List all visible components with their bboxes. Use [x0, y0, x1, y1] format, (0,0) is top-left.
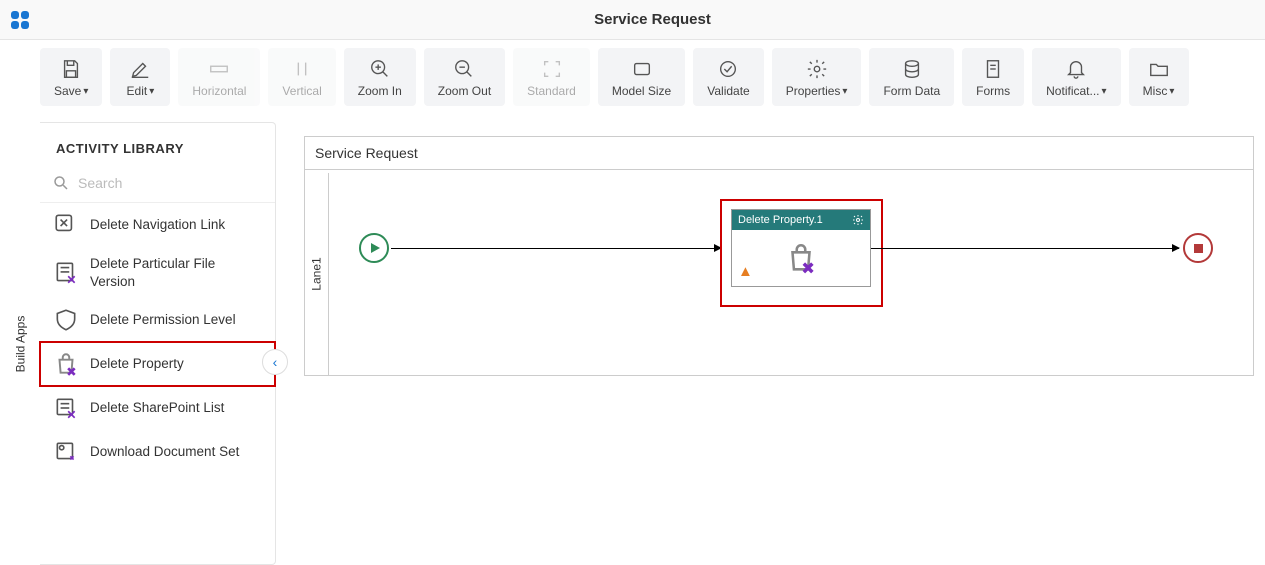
pencil-icon	[129, 56, 151, 82]
sidebar-item-label: Download Document Set	[90, 443, 239, 461]
lane-label: Lane1	[310, 257, 324, 290]
vertical-button: Vertical	[268, 48, 335, 106]
delete-nav-icon	[52, 211, 80, 239]
save-icon	[60, 56, 82, 82]
folder-icon	[1148, 56, 1170, 82]
save-button[interactable]: Save▾	[40, 48, 102, 106]
zoom-out-button[interactable]: Zoom Out	[424, 48, 505, 106]
chevron-down-icon: ▾	[1102, 86, 1107, 97]
sidebar-item-delete-property[interactable]: Delete Property	[40, 342, 275, 386]
database-icon	[901, 56, 923, 82]
activity-node-delete-property[interactable]: Delete Property.1 ▲	[731, 209, 871, 287]
zoom-out-icon	[453, 56, 475, 82]
left-rail: Build Apps	[0, 122, 40, 565]
gear-icon	[806, 56, 828, 82]
chevron-down-icon: ▾	[1169, 86, 1174, 97]
horizontal-button: Horizontal	[178, 48, 260, 106]
sidebar-item-delete-file-version[interactable]: Delete Particular File Version	[40, 247, 275, 298]
toolbar: Save▾ Edit▾ Horizontal Vertical Zoom In …	[0, 40, 1265, 114]
notifications-button[interactable]: Notificat...▾	[1032, 48, 1120, 106]
sidebar-item-delete-permission-level[interactable]: Delete Permission Level	[40, 298, 275, 342]
standard-button: Standard	[513, 48, 590, 106]
header-bar: Service Request	[0, 0, 1265, 40]
search-input[interactable]	[78, 175, 263, 191]
sidebar-item-label: Delete Navigation Link	[90, 216, 225, 234]
search-icon	[52, 174, 70, 192]
model-size-icon	[631, 56, 653, 82]
zoom-in-button[interactable]: Zoom In	[344, 48, 416, 106]
list-x-icon	[52, 394, 80, 422]
model-size-button[interactable]: Model Size	[598, 48, 685, 106]
edit-button[interactable]: Edit▾	[110, 48, 170, 106]
download-doc-icon	[52, 438, 80, 466]
bag-x-icon	[52, 350, 80, 378]
page-title: Service Request	[40, 11, 1265, 28]
process-title: Service Request	[305, 137, 1253, 170]
vertical-layout-icon	[291, 56, 313, 82]
chevron-down-icon: ▾	[83, 86, 88, 97]
validate-button[interactable]: Validate	[693, 48, 763, 106]
bell-icon	[1065, 56, 1087, 82]
sidebar-item-label: Delete SharePoint List	[90, 399, 224, 417]
delete-file-icon	[52, 259, 80, 287]
validate-icon	[717, 56, 739, 82]
lane-header: Lane1	[305, 173, 329, 375]
sidebar-item-download-document-set[interactable]: Download Document Set	[40, 430, 275, 474]
shield-icon	[52, 306, 80, 334]
flow-connector	[391, 248, 721, 249]
rail-label: Build Apps	[13, 315, 27, 372]
activity-title: Delete Property.1	[738, 214, 823, 226]
bag-x-icon	[784, 241, 818, 275]
flow-connector	[871, 248, 1179, 249]
misc-button[interactable]: Misc▾	[1129, 48, 1189, 106]
zoom-in-icon	[369, 56, 391, 82]
gear-icon[interactable]	[852, 214, 864, 226]
sidebar-title: ACTIVITY LIBRARY	[40, 123, 275, 168]
forms-icon	[982, 56, 1004, 82]
sidebar-item-delete-sharepoint-list[interactable]: Delete SharePoint List	[40, 386, 275, 430]
sidebar-item-label: Delete Property	[90, 355, 184, 373]
form-data-button[interactable]: Form Data	[869, 48, 954, 106]
warning-icon: ▲	[738, 263, 753, 280]
forms-button[interactable]: Forms	[962, 48, 1024, 106]
apps-launcher-icon[interactable]	[0, 11, 40, 29]
fit-standard-icon	[541, 56, 563, 82]
process-canvas[interactable]: Service Request Lane1 Delete Property.1 …	[276, 122, 1265, 565]
start-node[interactable]	[359, 233, 389, 263]
properties-button[interactable]: Properties▾	[772, 48, 862, 106]
chevron-down-icon: ▾	[149, 86, 154, 97]
sidebar-item-label: Delete Particular File Version	[90, 255, 263, 290]
end-node[interactable]	[1183, 233, 1213, 263]
activity-library-sidebar: ACTIVITY LIBRARY Delete Navigation Link …	[40, 122, 276, 565]
chevron-down-icon: ▾	[842, 86, 847, 97]
horizontal-layout-icon	[208, 56, 230, 82]
sidebar-item-delete-navigation-link[interactable]: Delete Navigation Link	[40, 203, 275, 247]
sidebar-item-label: Delete Permission Level	[90, 311, 236, 329]
